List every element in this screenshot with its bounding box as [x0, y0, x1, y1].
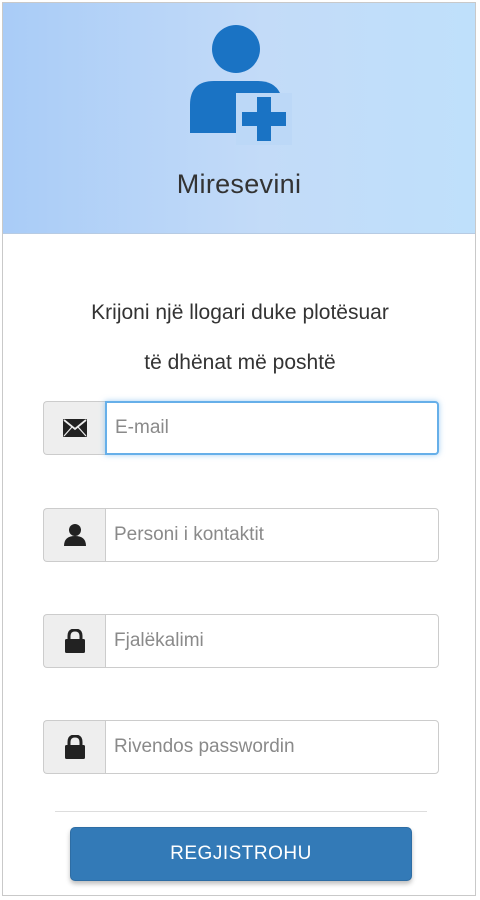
intro-text-line-2: të dhënat më poshtë	[144, 351, 336, 374]
confirm-password-field[interactable]	[105, 720, 439, 774]
user-add-icon	[190, 25, 292, 145]
confirm-password-input-group	[43, 720, 439, 774]
intro-text-line-1: Krijoni një llogari duke plotësuar	[91, 301, 389, 324]
lock-icon	[43, 720, 105, 774]
user-icon	[43, 508, 105, 562]
welcome-title: Miresevini	[176, 169, 302, 199]
password-field[interactable]	[105, 614, 439, 668]
password-input-group	[43, 614, 439, 668]
email-field[interactable]	[105, 401, 439, 455]
divider	[55, 811, 427, 812]
contact-person-input-group	[43, 508, 439, 562]
envelope-icon	[43, 401, 105, 455]
lock-icon	[43, 614, 105, 668]
registration-panel: Miresevini Krijoni një llogari duke plot…	[2, 2, 476, 896]
contact-person-field[interactable]	[105, 508, 439, 562]
register-button[interactable]: REGJISTROHU	[70, 827, 412, 881]
welcome-header: Miresevini	[3, 3, 475, 234]
email-input-group	[43, 401, 439, 455]
